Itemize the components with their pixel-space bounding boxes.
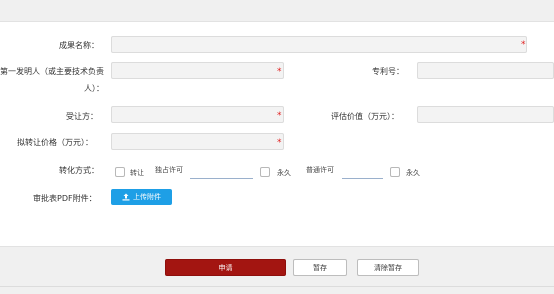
transfer-option-label: 转让 xyxy=(130,169,144,177)
transfer-price-label: 拟转让价格（万元）： xyxy=(17,138,93,147)
upload-icon xyxy=(122,193,130,201)
transfer-price-required: * xyxy=(277,138,282,148)
pdf-attachment-label: 审批表PDF附件： xyxy=(33,194,97,203)
patent-no-input[interactable] xyxy=(417,62,554,79)
first-inventor-input[interactable] xyxy=(111,62,284,79)
assignee-input[interactable] xyxy=(111,106,284,123)
upload-attachment-button[interactable]: 上传附件 xyxy=(111,189,172,205)
valuation-input[interactable] xyxy=(417,106,554,123)
valuation-label: 评估价值（万元）： xyxy=(331,112,399,121)
general-license-years-input[interactable] xyxy=(342,178,383,179)
apply-button-label: 申请 xyxy=(218,263,233,272)
assignee-label: 受让方： xyxy=(66,112,98,121)
first-inventor-label-line1: 第一发明人（或主要技术负责 xyxy=(0,67,104,76)
exclusive-permanent-checkbox[interactable] xyxy=(260,167,270,177)
transfer-checkbox[interactable] xyxy=(115,167,125,177)
result-name-required: * xyxy=(521,40,526,50)
general-permanent-label: 永久 xyxy=(406,169,420,177)
save-draft-button[interactable]: 暂存 xyxy=(293,259,347,276)
clear-draft-label: 清除暂存 xyxy=(374,263,402,272)
transfer-price-input[interactable] xyxy=(111,133,284,150)
clear-draft-button[interactable]: 清除暂存 xyxy=(357,259,419,276)
patent-no-label: 专利号： xyxy=(372,67,404,76)
upload-attachment-label: 上传附件 xyxy=(133,193,161,201)
first-inventor-label-line2: 人）： xyxy=(84,84,104,93)
result-name-label: 成果名称： xyxy=(59,41,99,50)
general-license-label: 普通许可 xyxy=(306,166,334,174)
save-draft-label: 暂存 xyxy=(313,263,327,272)
apply-button[interactable]: 申请 xyxy=(165,259,286,276)
first-inventor-required: * xyxy=(277,67,282,77)
general-permanent-checkbox[interactable] xyxy=(390,167,400,177)
exclusive-license-label: 独占许可 xyxy=(155,166,183,174)
exclusive-permanent-label: 永久 xyxy=(277,169,291,177)
transfer-mode-label: 转化方式： xyxy=(59,166,99,175)
result-name-input[interactable] xyxy=(111,36,527,53)
exclusive-license-years-input[interactable] xyxy=(190,178,253,179)
assignee-required: * xyxy=(277,111,282,121)
footer-divider xyxy=(0,286,554,287)
